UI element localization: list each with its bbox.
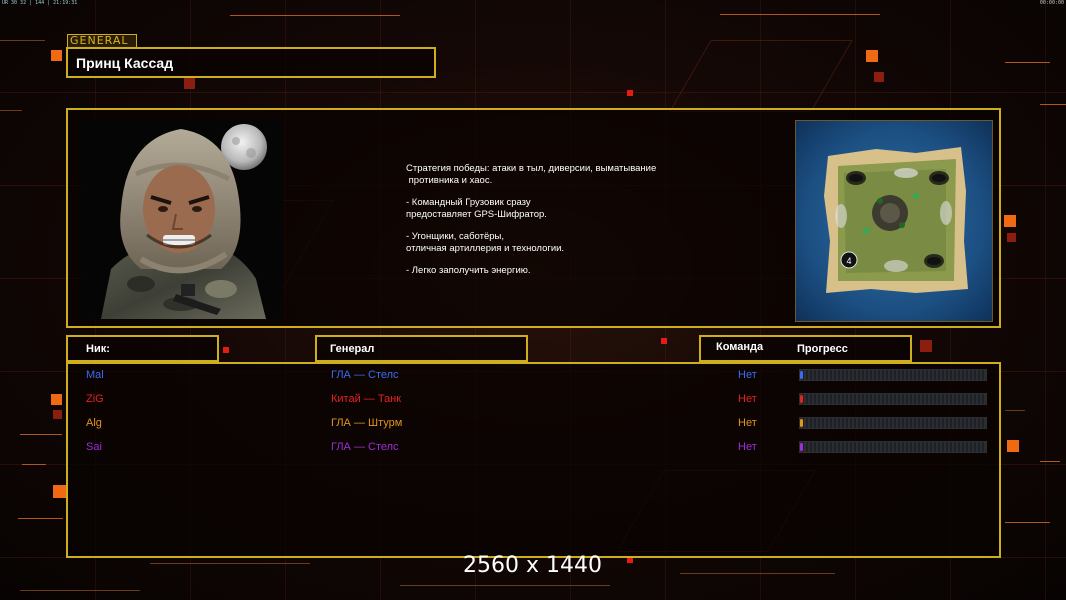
player-general: ГЛА — Стелс bbox=[331, 441, 399, 453]
header-general: Генерал bbox=[330, 343, 375, 355]
description-paragraph: - Командный Грузовик сразу предоставляет … bbox=[406, 197, 706, 220]
players-panel: Mal ГЛА — Стелс Нет ZiG Китай — Танк Нет Alg ГЛ… bbox=[66, 362, 1001, 558]
status-bar-left: UR 30 32 | 144 | 21:19:31 bbox=[2, 0, 78, 6]
player-team: Нет bbox=[738, 369, 757, 381]
player-general: ГЛА — Штурм bbox=[331, 417, 403, 429]
map-preview[interactable]: 4 bbox=[795, 120, 993, 322]
header-nick-cell: Ник: bbox=[66, 335, 219, 362]
description-paragraph: - Угонщики, саботёры, отличная артиллерия… bbox=[406, 231, 706, 254]
description-line: предоставляет GPS-Шифратор. bbox=[406, 208, 547, 220]
description-line: - Угонщики, саботёры, bbox=[406, 231, 504, 242]
portrait-image bbox=[81, 119, 283, 319]
player-nick: Sai bbox=[86, 441, 102, 453]
status-bar: UR 30 32 | 144 | 21:19:31 00:00:00 bbox=[0, 0, 1066, 8]
header-general-cell: Генерал bbox=[315, 335, 528, 362]
player-team: Нет bbox=[738, 441, 757, 453]
status-bar-clock: 00:00:00 bbox=[1039, 0, 1064, 6]
player-nick: Alg bbox=[86, 417, 102, 429]
player-progress-fill bbox=[800, 443, 803, 451]
player-progress-bar bbox=[799, 441, 987, 453]
general-title-box: Принц Кассад bbox=[66, 47, 436, 78]
player-nick: ZiG bbox=[86, 393, 104, 405]
player-progress-bar bbox=[799, 393, 987, 405]
general-name: Принц Кассад bbox=[76, 55, 174, 71]
description-line: - Командный Грузовик сразу bbox=[406, 197, 531, 208]
player-general: ГЛА — Стелс bbox=[331, 369, 399, 381]
general-info-panel: Стратегия победы: атаки в тыл, диверсии,… bbox=[66, 108, 1001, 328]
player-row[interactable]: Sai ГЛА — Стелс Нет bbox=[68, 437, 1003, 457]
player-progress-fill bbox=[800, 395, 803, 403]
header-progress: Прогресс bbox=[797, 343, 848, 355]
player-progress-bar bbox=[799, 369, 987, 381]
description-line: противника и хаос. bbox=[406, 174, 493, 186]
player-progress-fill bbox=[800, 419, 803, 427]
map-image: 4 bbox=[796, 121, 992, 321]
description-line: отличная артиллерия и технологии. bbox=[406, 242, 565, 254]
general-portrait bbox=[81, 119, 283, 319]
general-tag: GENERAL bbox=[67, 34, 137, 48]
player-progress-fill bbox=[800, 371, 803, 379]
description-paragraph: - Легко заполучить энергию. bbox=[406, 265, 706, 277]
player-progress-bar bbox=[799, 417, 987, 429]
description-line: Стратегия победы: атаки в тыл, диверсии,… bbox=[406, 163, 657, 174]
player-row[interactable]: Alg ГЛА — Штурм Нет bbox=[68, 413, 1003, 433]
player-row[interactable]: ZiG Китай — Танк Нет bbox=[68, 389, 1003, 409]
description-line: - Легко заполучить энергию. bbox=[406, 265, 531, 276]
player-general: Китай — Танк bbox=[331, 393, 402, 405]
player-team: Нет bbox=[738, 417, 757, 429]
resolution-label: 2560 x 1440 bbox=[463, 553, 602, 578]
header-team-progress-cell: Команда Прогресс bbox=[699, 335, 912, 362]
description-paragraph: Стратегия победы: атаки в тыл, диверсии,… bbox=[406, 163, 706, 186]
player-nick: Mal bbox=[86, 369, 104, 381]
header-nick: Ник: bbox=[86, 343, 110, 355]
map-start-marker[interactable]: 4 bbox=[846, 256, 851, 266]
player-row[interactable]: Mal ГЛА — Стелс Нет bbox=[68, 365, 1003, 385]
general-description: Стратегия победы: атаки в тыл, диверсии,… bbox=[406, 163, 706, 288]
header-team: Команда bbox=[716, 341, 764, 353]
player-team: Нет bbox=[738, 393, 757, 405]
